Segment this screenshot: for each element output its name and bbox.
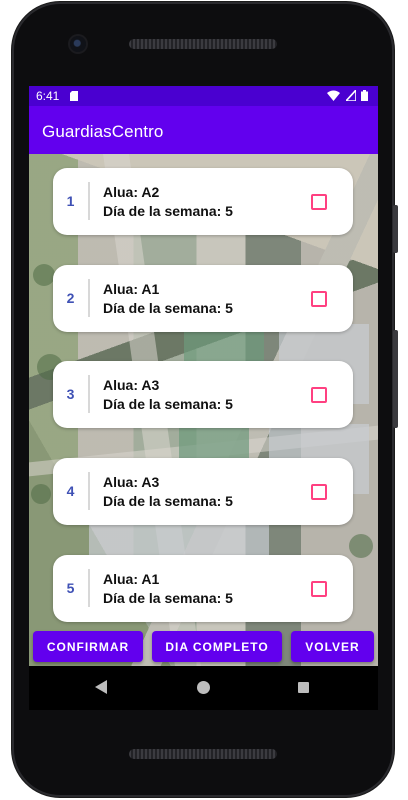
card-divider [88,182,90,220]
guard-list[interactable]: 1 Alua: A2 Día de la semana: 5 2 Alua: A… [29,154,378,624]
guard-classroom: Alua: A3 [103,377,160,393]
guard-card[interactable]: 5 Alua: A1 Día de la semana: 5 [53,555,353,622]
guard-card[interactable]: 1 Alua: A2 Día de la semana: 5 [53,168,353,235]
guard-checkbox[interactable] [311,484,327,500]
volume-button [393,330,398,428]
guard-weekday: Día de la semana: 5 [103,493,233,509]
status-bar: 6:41 [29,86,378,106]
card-divider [88,375,90,413]
guard-number: 3 [66,386,75,402]
guard-checkbox[interactable] [311,387,327,403]
guard-classroom: Alua: A1 [103,571,160,587]
cell-signal-icon [345,90,356,101]
guard-number: 4 [66,483,75,499]
guard-classroom: Alua: A1 [103,281,160,297]
back-button[interactable]: VOLVER [291,631,374,662]
guard-checkbox[interactable] [311,581,327,597]
card-divider [88,279,90,317]
power-button [393,205,398,253]
card-divider [88,472,90,510]
sd-card-icon [70,91,78,101]
status-icons [325,90,368,104]
guard-card[interactable]: 3 Alua: A3 Día de la semana: 5 [53,361,353,428]
earpiece-speaker [129,39,277,49]
battery-icon [361,90,368,101]
guard-number: 2 [66,290,75,306]
guard-weekday: Día de la semana: 5 [103,300,233,316]
guard-classroom: Alua: A2 [103,184,160,200]
guard-weekday: Día de la semana: 5 [103,203,233,219]
device-screen: 6:41 GuardiasCentro 1 Alua: A2 Día de la… [29,86,378,666]
guard-checkbox[interactable] [311,291,327,307]
app-title: GuardiasCentro [42,122,164,141]
nav-back-icon[interactable] [95,680,107,694]
status-time: 6:41 [36,89,60,103]
guard-checkbox[interactable] [311,194,327,210]
guard-number: 1 [66,193,75,209]
confirm-button[interactable]: CONFIRMAR [33,631,143,662]
card-divider [88,569,90,607]
guard-card[interactable]: 4 Alua: A3 Día de la semana: 5 [53,458,353,525]
full-day-button[interactable]: DIA COMPLETO [152,631,282,662]
app-bar: GuardiasCentro [29,106,378,154]
guard-number: 5 [66,580,75,596]
wifi-icon [327,90,341,101]
guard-classroom: Alua: A3 [103,474,160,490]
guard-card[interactable]: 2 Alua: A1 Día de la semana: 5 [53,265,353,332]
system-nav-bar [29,666,378,710]
guard-weekday: Día de la semana: 5 [103,396,233,412]
guard-weekday: Día de la semana: 5 [103,590,233,606]
nav-home-icon[interactable] [197,681,210,694]
bottom-speaker [129,749,277,759]
front-camera [70,36,86,52]
nav-recents-icon[interactable] [298,682,309,693]
